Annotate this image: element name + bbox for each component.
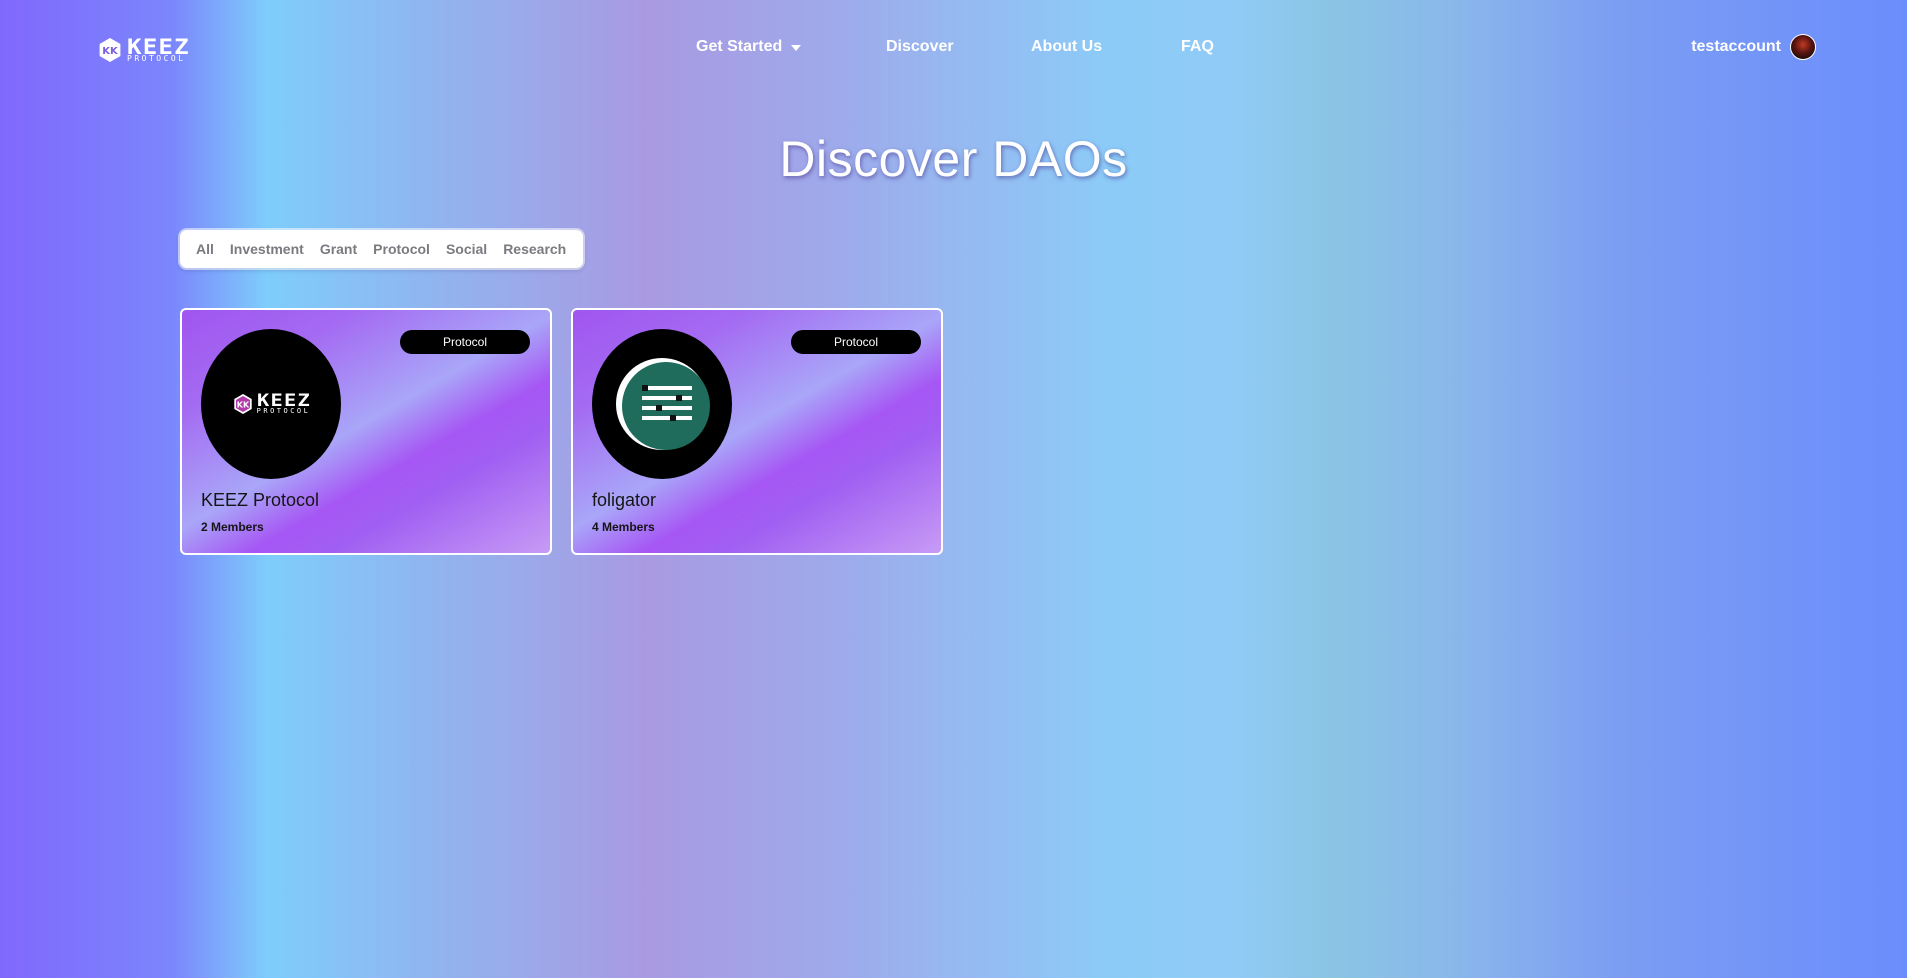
dao-name: KEEZ Protocol [201, 490, 320, 510]
dao-card-keez-protocol[interactable]: KK KEEZ PROTOCOL Protocol KEEZ Protocol … [180, 308, 552, 555]
chevron-down-icon [791, 44, 802, 51]
dao-member-count: 4 Members [592, 520, 655, 534]
filter-research[interactable]: Research [503, 241, 566, 257]
dao-name: foligator [592, 490, 657, 510]
logo-wordmark: KEEZ PROTOCOL [127, 37, 189, 63]
user-menu[interactable]: testaccount [1691, 34, 1816, 60]
dao-card-foligator[interactable]: Protocol foligator 4 Members [571, 308, 943, 555]
foligator-logo-icon [616, 358, 710, 450]
svg-text:KK: KK [102, 46, 119, 57]
keez-logo[interactable]: KK KEEZ PROTOCOL [97, 36, 241, 64]
keez-wordmark: KEEZ PROTOCOL [257, 393, 311, 415]
dao-member-count: 2 Members [201, 520, 264, 534]
nav-get-started[interactable]: Get Started [696, 38, 802, 56]
svg-text:KK: KK [236, 401, 249, 410]
filter-investment[interactable]: Investment [230, 241, 304, 257]
keez-protocol-logo-icon: KK KEEZ PROTOCOL [232, 393, 311, 415]
nav-about-us[interactable]: About Us [1031, 38, 1102, 56]
keez-wordmark-big: KEEZ [256, 391, 311, 411]
nav-get-started-label: Get Started [696, 38, 783, 55]
nav-faq[interactable]: FAQ [1181, 38, 1214, 56]
filter-all[interactable]: All [196, 241, 214, 257]
keez-logo-icon: KK [99, 38, 121, 62]
user-avatar[interactable] [1790, 34, 1816, 60]
dao-avatar [592, 329, 732, 479]
category-badge: Protocol [400, 330, 530, 354]
filter-grant[interactable]: Grant [320, 241, 357, 257]
category-filter-bar: All Investment Grant Protocol Social Res… [180, 230, 583, 268]
filter-protocol[interactable]: Protocol [373, 241, 430, 257]
keez-mark-icon: KK [233, 394, 252, 414]
dao-avatar: KK KEEZ PROTOCOL [201, 329, 341, 479]
logo-text-big: KEEZ [127, 35, 190, 59]
page-title: Discover DAOs [779, 131, 1128, 187]
category-badge: Protocol [791, 330, 921, 354]
filter-social[interactable]: Social [446, 241, 487, 257]
user-name: testaccount [1691, 38, 1781, 55]
nav-discover[interactable]: Discover [886, 38, 954, 56]
top-navigation: KK KEEZ PROTOCOL Get Started Discover Ab… [0, 0, 1907, 98]
